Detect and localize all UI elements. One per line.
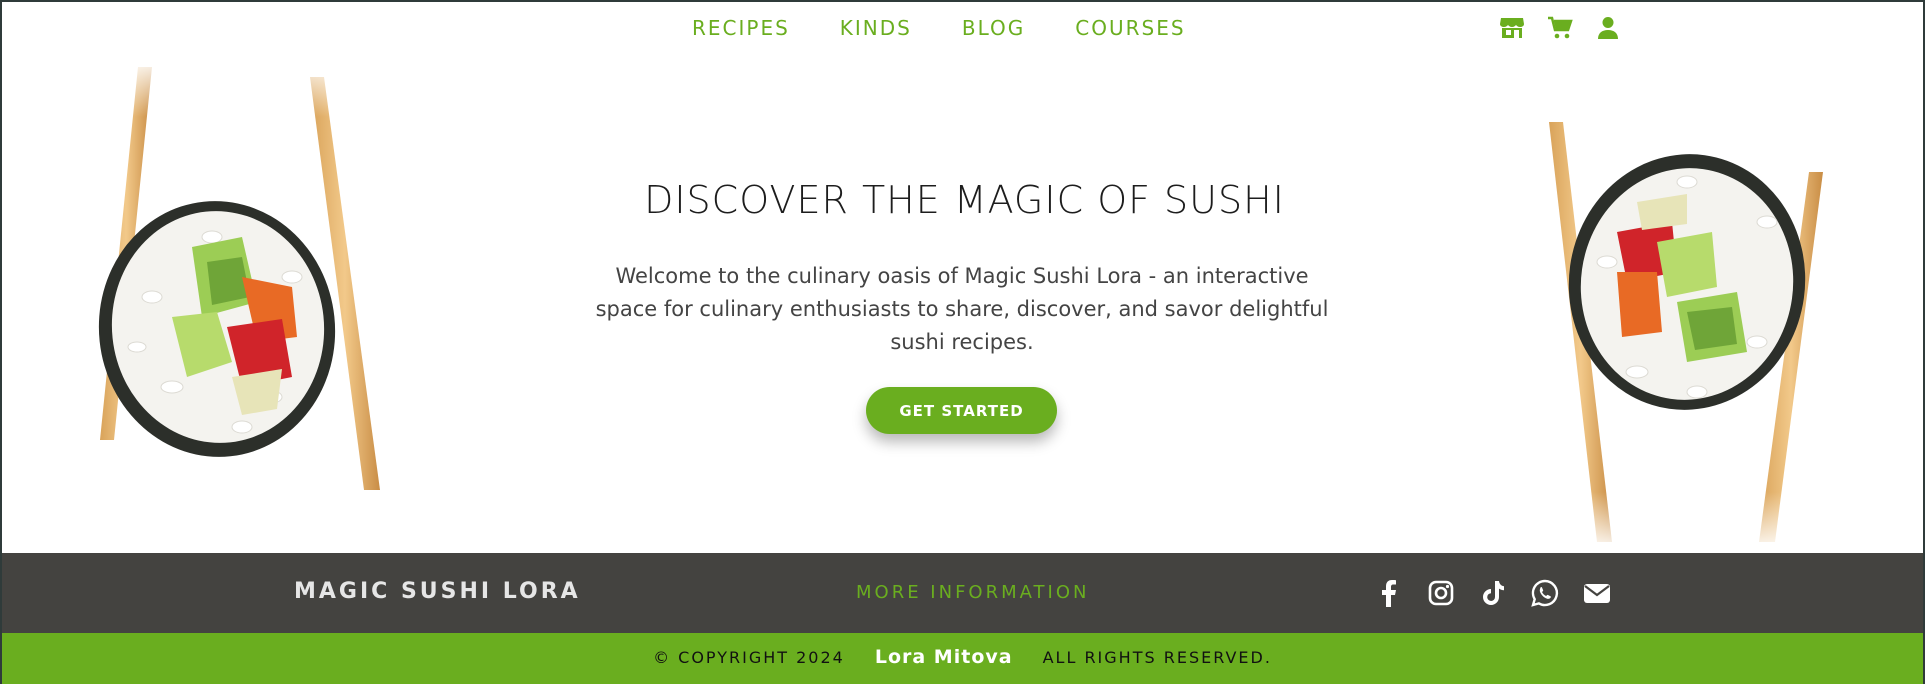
footer-copyright-bar: © COPYRIGHT 2024 Lora Mitova ALL RIGHTS … — [2, 633, 1923, 684]
social-links — [1374, 578, 1612, 608]
footer-brand: MAGIC SUSHI LORA — [294, 579, 581, 604]
store-icon[interactable] — [1499, 16, 1525, 40]
copyright-row: © COPYRIGHT 2024 Lora Mitova ALL RIGHTS … — [2, 646, 1923, 668]
sushi-roll-image-left — [92, 57, 392, 490]
more-information-link[interactable]: MORE INFORMATION — [856, 582, 1089, 603]
nav-link-recipes[interactable]: RECIPES — [692, 16, 790, 40]
top-nav: RECIPES KINDS BLOG COURSES — [2, 2, 1923, 56]
user-icon[interactable] — [1595, 16, 1621, 40]
facebook-icon[interactable] — [1374, 578, 1404, 608]
rights-text: ALL RIGHTS RESERVED. — [1042, 647, 1272, 667]
hero-description: Welcome to the culinary oasis of Magic S… — [595, 264, 1329, 354]
nav-icons — [1499, 16, 1621, 40]
whatsapp-icon[interactable] — [1530, 578, 1560, 608]
tiktok-icon[interactable] — [1478, 578, 1508, 608]
nav-link-blog[interactable]: BLOG — [962, 16, 1025, 40]
get-started-button[interactable]: GET STARTED — [866, 387, 1057, 434]
email-icon[interactable] — [1582, 578, 1612, 608]
nav-link-courses[interactable]: COURSES — [1075, 16, 1185, 40]
copyright-text: © COPYRIGHT 2024 — [653, 647, 845, 667]
cart-icon[interactable] — [1547, 16, 1573, 40]
footer-main: MAGIC SUSHI LORA MORE INFORMATION — [2, 553, 1923, 633]
instagram-icon[interactable] — [1426, 578, 1456, 608]
nav-link-kinds[interactable]: KINDS — [840, 16, 912, 40]
hero-title: DISCOVER THE MAGIC OF SUSHI — [644, 178, 1285, 222]
author-name: Lora Mitova — [874, 646, 1013, 668]
nav-links: RECIPES KINDS BLOG COURSES — [692, 16, 1186, 40]
